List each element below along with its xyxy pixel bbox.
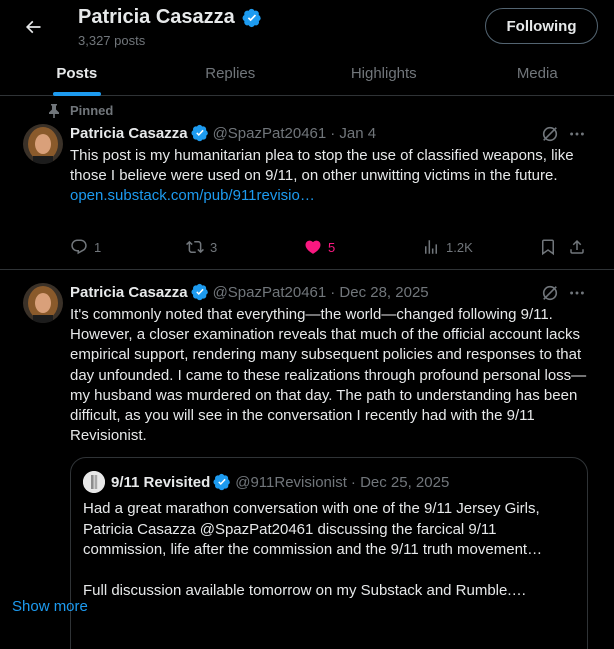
- author-handle[interactable]: @SpazPat20461: [213, 125, 327, 142]
- quoted-text-paragraph: Full discussion available tomorrow on my…: [83, 582, 527, 599]
- post-author-row: Patricia Casazza @SpazPat20461 · Dec 28,…: [70, 283, 429, 301]
- verified-badge-icon: [242, 8, 262, 28]
- post-author-row: Patricia Casazza @SpazPat20461 · Jan 4: [70, 124, 376, 142]
- post-text: This post is my humanitarian plea to sto…: [70, 146, 595, 207]
- profile-name-text: Patricia Casazza: [78, 6, 235, 28]
- tab-replies[interactable]: Replies: [154, 50, 308, 96]
- verified-badge-icon: [213, 473, 231, 491]
- bookmark-icon[interactable]: [539, 238, 557, 256]
- author-handle[interactable]: @SpazPat20461: [213, 284, 327, 301]
- tab-label: Posts: [56, 64, 98, 82]
- repost-count: 3: [210, 239, 218, 255]
- tab-highlights[interactable]: Highlights: [307, 50, 461, 96]
- share-icon[interactable]: [568, 238, 586, 256]
- post-text: It's commonly noted that everything—the …: [70, 306, 587, 445]
- tab-media[interactable]: Media: [461, 50, 614, 96]
- like-count: 5: [328, 239, 336, 255]
- profile-name: Patricia Casazza: [78, 6, 262, 29]
- like-button[interactable]: 5: [304, 238, 335, 256]
- quoted-author-row: 9/11 Revisited @911Revisionist · Dec 25,…: [111, 473, 449, 491]
- post-date[interactable]: · Jan 4: [330, 125, 376, 142]
- post-actions: 1 3 5 1.2K: [70, 238, 590, 258]
- quoted-author-name: 9/11 Revisited: [111, 473, 211, 491]
- verified-badge-icon: [191, 124, 209, 142]
- reply-count: 1: [94, 239, 102, 255]
- reply-button[interactable]: 1: [70, 238, 101, 256]
- author-name[interactable]: Patricia Casazza: [70, 284, 188, 301]
- reply-icon: [70, 238, 88, 256]
- tab-label: Replies: [205, 64, 256, 82]
- post-link[interactable]: open.substack.com/pub/911revisio…: [70, 187, 315, 204]
- profile-tabs: Posts Replies Highlights Media: [0, 50, 614, 96]
- post-date[interactable]: · Dec 28, 2025: [330, 284, 428, 301]
- tab-posts[interactable]: Posts: [0, 50, 154, 96]
- quoted-post-text: Had a great marathon conversation with o…: [83, 499, 575, 602]
- avatar[interactable]: [23, 283, 63, 323]
- quoted-avatar: [83, 471, 105, 493]
- show-more-link[interactable]: Show more: [12, 598, 88, 615]
- author-name[interactable]: Patricia Casazza: [70, 125, 188, 142]
- following-button[interactable]: Following: [485, 8, 598, 44]
- tab-label: Media: [516, 64, 558, 82]
- back-arrow-icon[interactable]: [16, 10, 50, 44]
- views-button[interactable]: 1.2K: [422, 238, 473, 256]
- view-count: 1.2K: [446, 239, 473, 255]
- grok-icon[interactable]: [541, 125, 559, 143]
- pinned-label: Pinned: [70, 103, 114, 118]
- profile-header: Patricia Casazza 3,327 posts Following P…: [0, 0, 614, 96]
- quoted-post[interactable]: 9/11 Revisited @911Revisionist · Dec 25,…: [70, 457, 588, 649]
- post-count: 3,327 posts: [78, 33, 146, 48]
- views-chart-icon: [422, 238, 440, 256]
- repost-icon: [186, 238, 204, 256]
- more-options-icon[interactable]: [568, 125, 586, 143]
- quoted-author-handle: @911Revisionist: [235, 473, 347, 491]
- verified-badge-icon: [191, 283, 209, 301]
- pinned-indicator: Pinned: [48, 103, 113, 118]
- quoted-text-paragraph: Had a great marathon conversation with o…: [83, 500, 543, 558]
- repost-button[interactable]: 3: [186, 238, 217, 256]
- grok-icon[interactable]: [541, 284, 559, 302]
- post-text-content: This post is my humanitarian plea to sto…: [70, 147, 574, 185]
- more-options-icon[interactable]: [568, 284, 586, 302]
- heart-filled-icon: [304, 238, 322, 256]
- pin-icon: [48, 103, 60, 118]
- quoted-post-date: · Dec 25, 2025: [350, 473, 450, 491]
- avatar[interactable]: [23, 124, 63, 164]
- active-tab-indicator: [52, 92, 101, 96]
- tab-label: Highlights: [350, 64, 417, 82]
